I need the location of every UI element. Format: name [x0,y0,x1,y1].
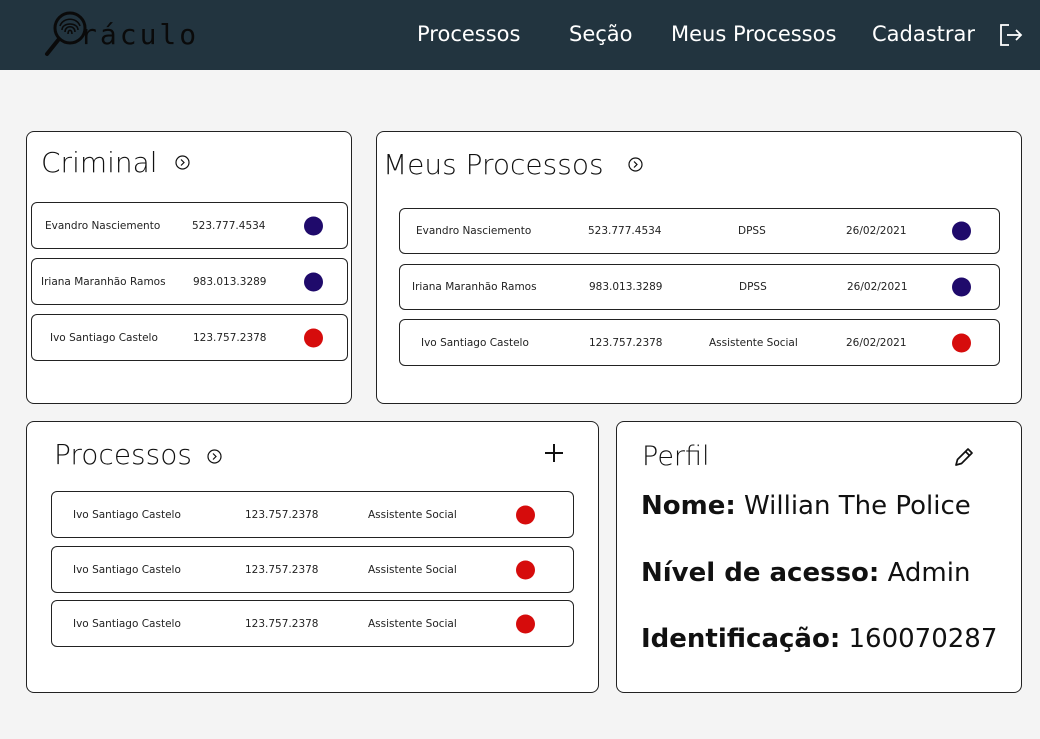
row-name: Ivo Santiago Castelo [421,336,529,349]
row-phone: 983.013.3289 [589,281,663,293]
nav-processos[interactable]: Processos [417,22,520,46]
status-dot [304,328,323,347]
profile-nome: Nome: Willian The Police [641,491,971,521]
row-section: Assistente Social [709,336,798,349]
row-section: Assistente Social [368,617,457,630]
row-date: 26/02/2021 [846,225,907,237]
nav-meus-processos[interactable]: Meus Processos [671,22,836,46]
status-dot [952,333,971,352]
status-dot [304,272,323,291]
row-name: Evandro Nasciemento [416,225,532,237]
row-section: Assistente Social [368,508,457,521]
perfil-title: Perfil [642,441,710,472]
row-name: Ivo Santiago Castelo [73,617,181,630]
criminal-row[interactable]: Evandro Nasciemento 523.777.4534 [31,202,348,249]
processos-panel: Processos Ivo Santiago Castelo 123.757.2… [26,421,599,693]
row-phone: 123.757.2378 [193,331,267,344]
criminal-row[interactable]: Iriana Maranhão Ramos 983.013.3289 [31,258,348,305]
processos-row[interactable]: Ivo Santiago Castelo 123.757.2378 Assist… [51,546,574,593]
add-processo-icon[interactable] [543,442,565,464]
row-name: Iriana Maranhão Ramos [41,275,166,288]
row-phone: 123.757.2378 [589,336,663,349]
criminal-open-icon[interactable] [175,155,190,170]
row-section: DPSS [738,225,766,237]
status-dot [516,560,535,579]
row-name: Ivo Santiago Castelo [50,331,158,344]
nome-label: Nome: [641,491,736,521]
meus-processos-row[interactable]: Iriana Maranhão Ramos 983.013.3289 DPSS … [399,264,1000,310]
status-dot [516,614,535,633]
id-label: Identificação: [641,624,841,654]
row-date: 26/02/2021 [846,336,907,349]
row-phone: 523.777.4534 [588,225,662,237]
meus-processos-row[interactable]: Evandro Nasciemento 523.777.4534 DPSS 26… [399,208,1000,254]
row-phone: 983.013.3289 [193,275,267,288]
logout-icon[interactable] [998,22,1024,48]
edit-profile-icon[interactable] [952,445,976,469]
row-phone: 523.777.4534 [192,219,266,232]
profile-identificacao: Identificação: 160070287 [641,624,997,654]
processos-open-icon[interactable] [207,449,222,464]
top-navbar: ráculo Processos Seção Meus Processos Ca… [0,0,1040,70]
processos-title: Processos [54,438,192,471]
criminal-panel: Criminal Evandro Nasciemento 523.777.453… [26,131,352,404]
criminal-title: Criminal [41,146,158,179]
row-phone: 123.757.2378 [245,617,319,630]
criminal-row[interactable]: Ivo Santiago Castelo 123.757.2378 [31,314,348,361]
row-section: DPSS [739,281,767,293]
id-value: 160070287 [848,624,998,654]
processos-row[interactable]: Ivo Santiago Castelo 123.757.2378 Assist… [51,600,574,647]
nivel-value: Admin [887,558,971,588]
processos-row[interactable]: Ivo Santiago Castelo 123.757.2378 Assist… [51,491,574,538]
status-dot [952,221,971,241]
nome-value: Willian The Police [744,491,971,521]
row-phone: 123.757.2378 [245,508,319,521]
row-section: Assistente Social [368,563,457,576]
row-phone: 123.757.2378 [245,563,319,576]
row-name: Iriana Maranhão Ramos [412,281,537,293]
logo[interactable]: ráculo [44,10,196,58]
nav-secao[interactable]: Seção [569,22,633,46]
status-dot [952,277,971,297]
row-date: 26/02/2021 [847,281,908,293]
meus-processos-title: Meus Processos [383,148,604,181]
profile-nivel: Nível de acesso: Admin [641,558,970,588]
nav-cadastrar[interactable]: Cadastrar [872,22,975,46]
row-name: Ivo Santiago Castelo [73,508,181,521]
row-name: Ivo Santiago Castelo [73,563,181,576]
nivel-label: Nível de acesso: [641,558,880,588]
status-dot [304,216,323,235]
meus-processos-panel: Meus Processos Evandro Nasciemento 523.7… [376,131,1022,404]
meus-processos-open-icon[interactable] [628,157,643,172]
status-dot [516,505,535,524]
row-name: Evandro Nasciemento [45,219,161,232]
logo-text: ráculo [80,18,200,51]
meus-processos-row[interactable]: Ivo Santiago Castelo 123.757.2378 Assist… [399,319,1000,366]
